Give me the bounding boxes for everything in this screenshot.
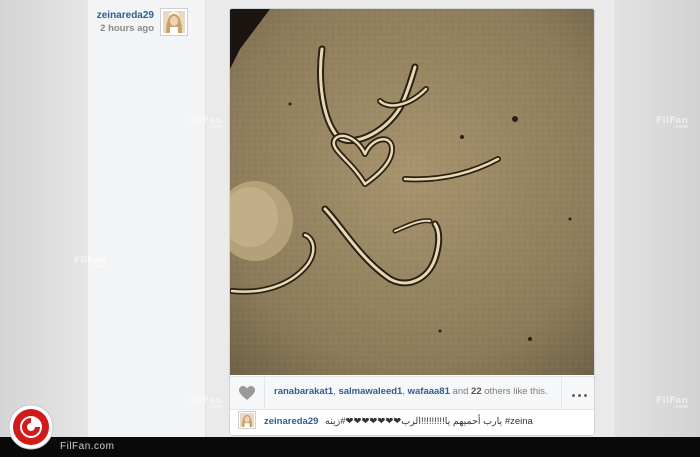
likes-others-text: others like this. <box>484 386 548 397</box>
watermark: FilFan .com <box>656 396 689 410</box>
post-timestamp[interactable]: 2 hours ago <box>92 23 154 34</box>
likes-and-text: and <box>452 386 469 397</box>
post-photo[interactable] <box>230 9 594 375</box>
footer-site-text: FilFan.com <box>60 441 115 452</box>
watermark: FilFan .com <box>190 396 223 410</box>
watermark: FilFan .com <box>190 116 223 130</box>
watermark: FilFan .com <box>74 256 107 270</box>
filfan-logo-icon <box>8 404 54 450</box>
liker-username[interactable]: ranabarakat1 <box>274 386 333 397</box>
caption-avatar[interactable] <box>238 411 256 429</box>
post-caption: zeinareda29 يارب أحميهم يا!!!!!!!!!الرب❤… <box>264 416 533 427</box>
post-meta: zeinareda29 2 hours ago <box>92 10 154 34</box>
post-meta-sidebar <box>88 0 206 437</box>
avatar[interactable] <box>160 8 188 36</box>
background-left <box>0 0 88 457</box>
likes-bar: ranabarakat1, salmawaleed1, wafaaa81 and… <box>230 376 594 410</box>
liker-username[interactable]: wafaaa81 <box>408 386 450 397</box>
more-options-icon <box>570 384 588 402</box>
post-username[interactable]: zeinareda29 <box>92 10 154 21</box>
caption-text: يارب أحميهم يا!!!!!!!!!الرب❤❤❤❤❤❤❤#زينه … <box>325 416 533 427</box>
more-options-button[interactable] <box>561 377 594 409</box>
likes-others-count[interactable]: 22 <box>471 386 482 397</box>
footer-bar: FilFan.com <box>0 437 700 457</box>
heart-icon <box>239 386 255 400</box>
caption-username[interactable]: zeinareda29 <box>264 416 318 427</box>
background-right <box>614 0 700 457</box>
likes-summary: ranabarakat1, salmawaleed1, wafaaa81 and… <box>274 386 548 397</box>
liker-username[interactable]: salmawaleed1 <box>338 386 402 397</box>
like-button[interactable] <box>230 377 265 409</box>
post-card: ranabarakat1, salmawaleed1, wafaaa81 and… <box>229 8 595 436</box>
watermark: FilFan .com <box>656 116 689 130</box>
